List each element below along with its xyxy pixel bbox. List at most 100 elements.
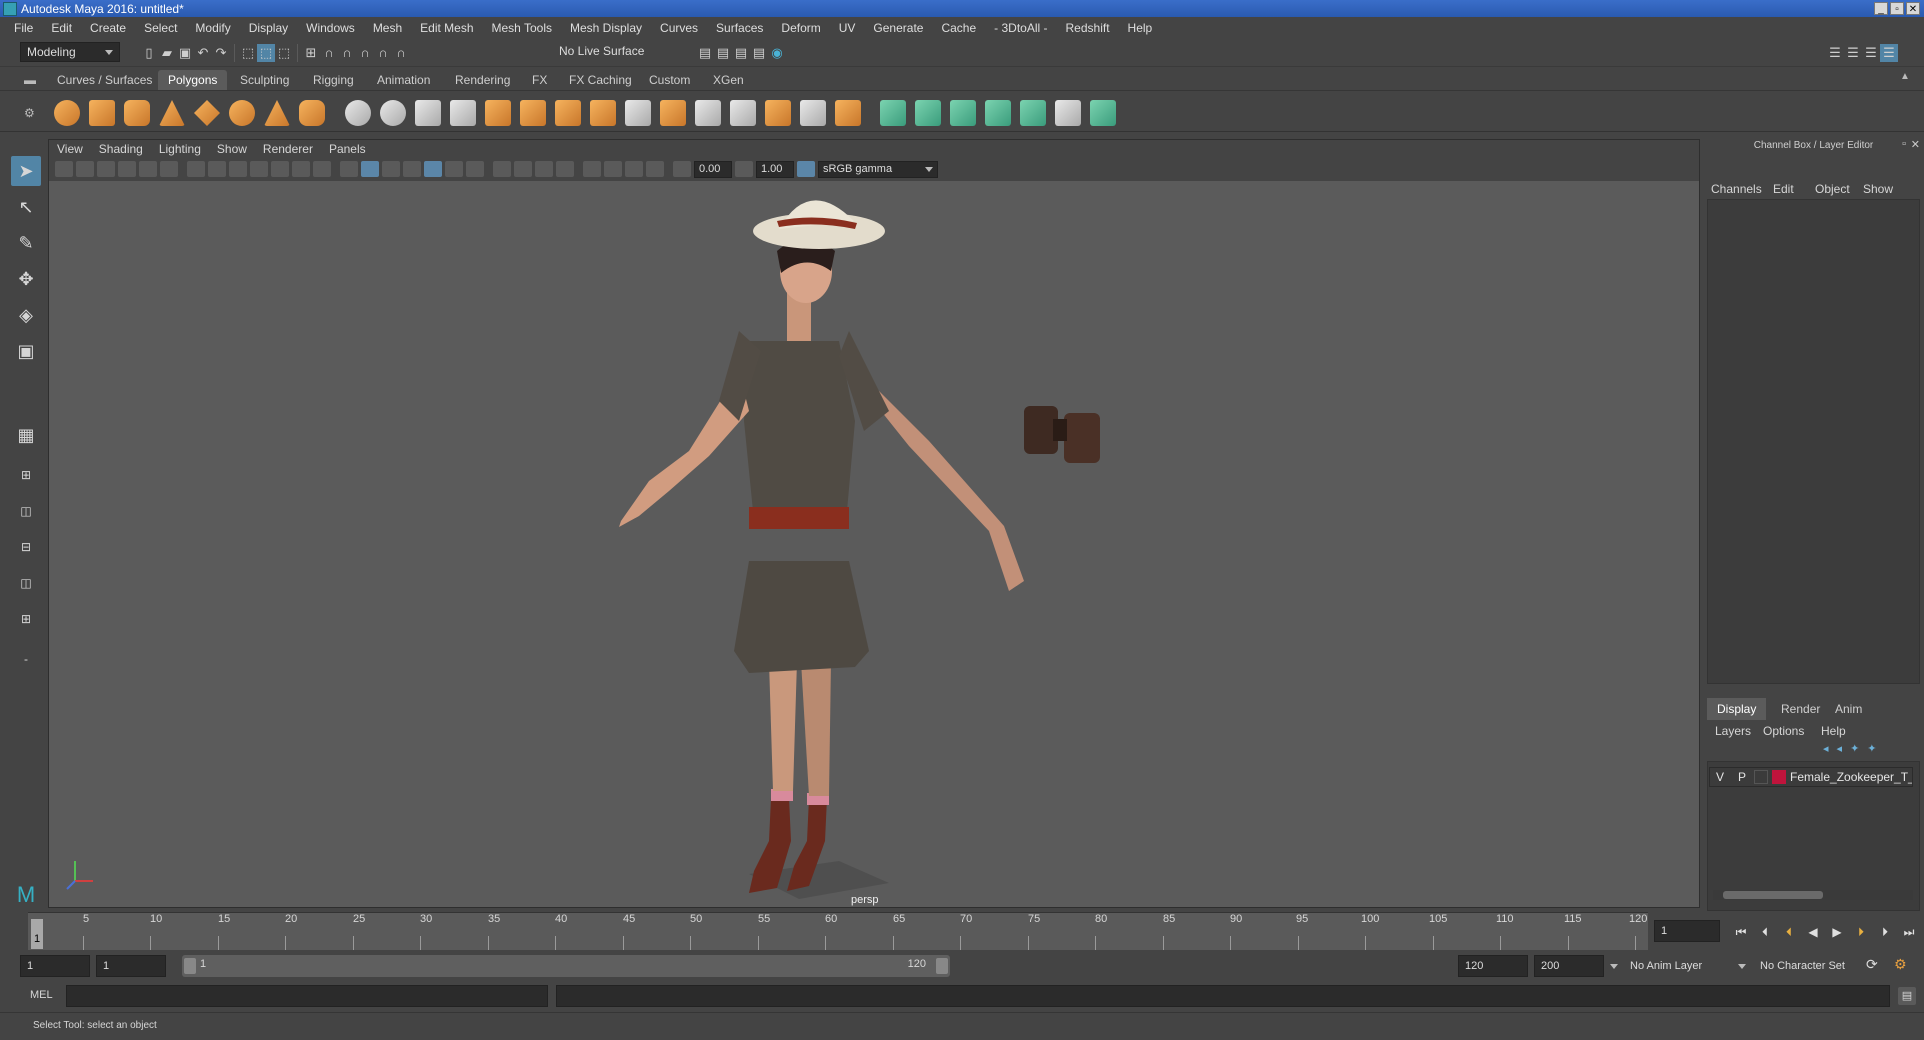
- tab-polygons[interactable]: Polygons: [158, 70, 228, 90]
- poly-cylinder-icon[interactable]: [124, 100, 150, 126]
- attribute-editor-toggle-icon[interactable]: ☰: [1826, 44, 1844, 62]
- hypershade-icon[interactable]: ◉: [768, 44, 786, 62]
- range-slider[interactable]: 1 120: [182, 955, 950, 977]
- lasso-tool-icon[interactable]: ↖: [11, 192, 41, 222]
- uv-toolkit-icon[interactable]: [1090, 100, 1116, 126]
- gamma-field[interactable]: 1.00: [756, 160, 794, 178]
- extrude-icon[interactable]: [520, 100, 546, 126]
- textured-icon[interactable]: [424, 161, 442, 177]
- automatic-mapping-icon[interactable]: [985, 100, 1011, 126]
- camera-attributes-icon[interactable]: [76, 161, 94, 177]
- rotate-tool-icon[interactable]: ◈: [11, 300, 41, 330]
- outliner-layout-icon[interactable]: ⊞: [11, 604, 41, 634]
- close-panel-icon[interactable]: ✕: [1911, 138, 1920, 151]
- tab-custom[interactable]: Custom: [639, 70, 700, 90]
- use-default-material-icon[interactable]: [382, 161, 400, 177]
- tab-rigging[interactable]: Rigging: [303, 70, 364, 90]
- panel-menu-show[interactable]: Show: [209, 142, 255, 156]
- menu-3dtoall[interactable]: - 3DtoAll -: [985, 21, 1056, 35]
- menu-generate[interactable]: Generate: [864, 21, 932, 35]
- play-backwards-icon[interactable]: ◀: [1804, 925, 1822, 939]
- menu-mesh-tools[interactable]: Mesh Tools: [483, 21, 561, 35]
- select-object-icon[interactable]: ⬚: [257, 44, 275, 62]
- poly-sphere-icon[interactable]: [54, 100, 80, 126]
- color-management-icon[interactable]: [797, 161, 815, 177]
- step-back-frame-icon[interactable]: ⏴: [1756, 925, 1774, 939]
- play-forwards-icon[interactable]: ▶: [1828, 925, 1846, 939]
- render-settings-icon[interactable]: ▤: [750, 44, 768, 62]
- smooth-icon[interactable]: [450, 100, 476, 126]
- exposure-field[interactable]: 0.00: [694, 160, 732, 178]
- maximize-button[interactable]: ▫: [1890, 2, 1904, 15]
- layer-scrollbar[interactable]: [1713, 890, 1913, 900]
- menu-surfaces[interactable]: Surfaces: [707, 21, 772, 35]
- go-to-end-icon[interactable]: ⏭: [1900, 925, 1918, 939]
- save-scene-icon[interactable]: ▣: [176, 44, 194, 62]
- insert-edge-loop-icon[interactable]: [730, 100, 756, 126]
- view-transform-dropdown[interactable]: sRGB gamma: [818, 160, 938, 178]
- step-back-key-icon[interactable]: ⏴: [1780, 925, 1798, 939]
- layer-menu-options[interactable]: Options: [1763, 724, 1804, 738]
- planar-mapping-icon[interactable]: [880, 100, 906, 126]
- command-input[interactable]: [66, 985, 548, 1007]
- minimize-button[interactable]: _: [1874, 2, 1888, 15]
- panel-menu-shading[interactable]: Shading: [91, 142, 151, 156]
- layer-visibility-toggle[interactable]: V: [1716, 768, 1724, 786]
- poly-pyramid-icon[interactable]: [264, 100, 290, 126]
- bridge-icon[interactable]: [555, 100, 581, 126]
- time-slider-track[interactable]: 1 5 10 15 20 25 30 35 40 45 50 55 60 65 …: [28, 912, 1648, 950]
- gamma-icon[interactable]: [735, 161, 753, 177]
- snap-live-icon[interactable]: ∩: [392, 44, 410, 62]
- tab-animation[interactable]: Animation: [367, 70, 440, 90]
- fill-hole-icon[interactable]: [625, 100, 651, 126]
- grid-icon[interactable]: [187, 161, 205, 177]
- move-layer-down-icon[interactable]: ◂: [1837, 742, 1843, 755]
- select-component-icon[interactable]: ⬚: [275, 44, 293, 62]
- four-view-layout-icon[interactable]: ⊞: [11, 460, 41, 490]
- append-polygon-icon[interactable]: [660, 100, 686, 126]
- range-end-handle[interactable]: [936, 958, 948, 974]
- move-tool-icon[interactable]: ✥: [11, 264, 41, 294]
- isolate-select-icon[interactable]: [583, 161, 601, 177]
- select-tool-icon[interactable]: ➤: [11, 156, 41, 186]
- poly-pipe-icon[interactable]: [299, 100, 325, 126]
- target-weld-icon[interactable]: [765, 100, 791, 126]
- redo-icon[interactable]: ↷: [212, 44, 230, 62]
- menuset-dropdown[interactable]: Modeling: [20, 42, 120, 62]
- new-scene-icon[interactable]: ▯: [140, 44, 158, 62]
- wireframe-on-shaded-icon[interactable]: [403, 161, 421, 177]
- shelf-scroll-icon[interactable]: ▲: [1900, 71, 1910, 82]
- tool-settings-toggle-icon[interactable]: ☰: [1844, 44, 1862, 62]
- snap-surface-icon[interactable]: ∩: [374, 44, 392, 62]
- layer-row[interactable]: V P Female_Zookeeper_T_P: [1709, 767, 1913, 787]
- layer-color-swatch[interactable]: [1772, 770, 1786, 784]
- go-to-start-icon[interactable]: ⏮: [1732, 925, 1750, 939]
- checker-map-icon[interactable]: [1055, 100, 1081, 126]
- quad-draw-icon[interactable]: [835, 100, 861, 126]
- menu-curves[interactable]: Curves: [651, 21, 707, 35]
- tab-xgen[interactable]: XGen: [703, 70, 754, 90]
- menu-display[interactable]: Display: [240, 21, 297, 35]
- tab-rendering[interactable]: Rendering: [445, 70, 520, 90]
- snap-curve-icon[interactable]: ∩: [320, 44, 338, 62]
- field-chart-icon[interactable]: [271, 161, 289, 177]
- tab-curves-surfaces[interactable]: Curves / Surfaces: [47, 70, 162, 90]
- persp-outliner-layout-icon[interactable]: ◫: [11, 496, 41, 526]
- auto-key-icon[interactable]: ⟳: [1866, 956, 1878, 973]
- panel-menu-renderer[interactable]: Renderer: [255, 142, 321, 156]
- poly-torus-icon[interactable]: [229, 100, 255, 126]
- script-language-label[interactable]: MEL: [30, 989, 53, 1001]
- poly-cone-icon[interactable]: [159, 100, 185, 126]
- wireframe-icon[interactable]: [340, 161, 358, 177]
- channel-box-area[interactable]: [1707, 199, 1920, 684]
- new-empty-layer-icon[interactable]: ✦: [1850, 742, 1859, 755]
- multi-cut-icon[interactable]: [695, 100, 721, 126]
- select-hierarchy-icon[interactable]: ⬚: [239, 44, 257, 62]
- xray-joints-icon[interactable]: [646, 161, 664, 177]
- persp-hypershade-layout-icon[interactable]: ◫: [11, 568, 41, 598]
- snap-grid-icon[interactable]: ⊞: [302, 44, 320, 62]
- menu-edit-mesh[interactable]: Edit Mesh: [411, 21, 482, 35]
- grease-pencil-icon[interactable]: [160, 161, 178, 177]
- script-editor-icon[interactable]: ▤: [1898, 987, 1916, 1005]
- outliner-toggle-icon[interactable]: ☰: [1862, 44, 1880, 62]
